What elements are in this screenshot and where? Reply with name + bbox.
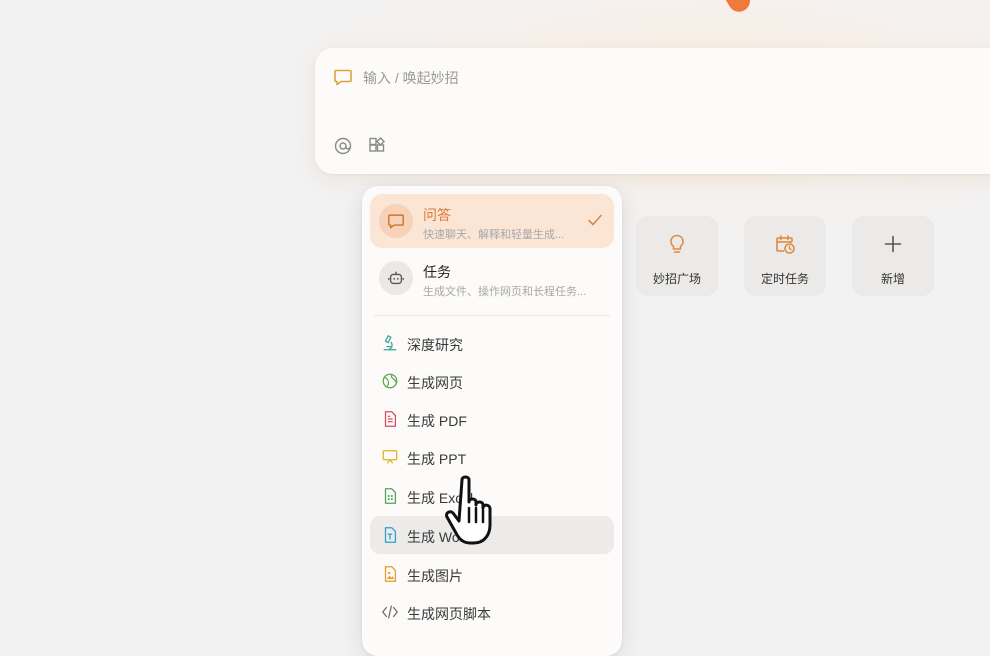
menu-item-deep-research[interactable]: 深度研究 (370, 324, 614, 362)
mode-description: 生成文件、操作网页和长程任务... (423, 286, 587, 298)
word-doc-icon (380, 525, 400, 545)
menu-item-label: 生成 PPT (407, 451, 467, 467)
image-file-icon (380, 564, 400, 584)
menu-item-generate-word[interactable]: 生成 Word (370, 516, 614, 554)
menu-item-label: 生成图片 (407, 568, 463, 584)
code-icon (380, 602, 400, 622)
presentation-icon (380, 447, 400, 467)
mode-dropdown-menu: 问答 快速聊天、解释和轻量生成... 任务 生成文件、操作网页和长程任务... … (362, 186, 622, 656)
quick-action-label: 定时任务 (760, 272, 809, 286)
globe-icon (380, 371, 400, 391)
menu-item-generate-ppt[interactable]: 生成 PPT (370, 438, 614, 476)
mode-title: 问答 (423, 207, 451, 223)
mode-title: 任务 (423, 264, 451, 280)
quick-action-label: 新增 (880, 272, 905, 286)
menu-item-label: 生成网页 (407, 375, 463, 391)
menu-item-label: 生成网页脚本 (407, 606, 491, 622)
chat-bubble-icon (379, 204, 413, 238)
spreadsheet-icon (380, 486, 400, 506)
calendar-clock-icon (773, 232, 797, 256)
menu-item-label: 深度研究 (407, 337, 463, 353)
menu-divider (374, 315, 610, 316)
apps-icon[interactable] (366, 135, 388, 157)
microscope-icon (380, 333, 400, 353)
mode-task[interactable]: 任务 生成文件、操作网页和长程任务... (370, 251, 614, 305)
menu-item-label: 生成 Word (407, 529, 473, 545)
chat-bubble-icon (333, 67, 353, 87)
lightbulb-icon (665, 232, 689, 256)
plus-icon (881, 232, 905, 256)
check-icon (586, 211, 604, 234)
menu-item-label: 生成 Excel (407, 490, 474, 506)
prompt-input[interactable] (361, 66, 965, 90)
at-icon[interactable] (332, 135, 354, 157)
menu-item-generate-webpage-script[interactable]: 生成网页脚本 (370, 593, 614, 631)
menu-item-generate-image[interactable]: 生成图片 (370, 555, 614, 593)
mode-description: 快速聊天、解释和轻量生成... (423, 229, 565, 241)
menu-item-generate-webpage[interactable]: 生成网页 (370, 362, 614, 400)
decorative-shape (721, 0, 755, 16)
mode-qa[interactable]: 问答 快速聊天、解释和轻量生成... (370, 194, 614, 248)
quick-action-add[interactable]: 新增 (852, 216, 934, 296)
pdf-file-icon (380, 409, 400, 429)
quick-action-label: 妙招广场 (652, 272, 701, 286)
quick-action-scheduled-task[interactable]: 定时任务 (744, 216, 826, 296)
menu-item-generate-pdf[interactable]: 生成 PDF (370, 400, 614, 438)
prompt-input-card (315, 48, 990, 174)
menu-item-generate-excel[interactable]: 生成 Excel (370, 477, 614, 515)
menu-item-label: 生成 PDF (407, 413, 467, 429)
robot-icon (379, 261, 413, 295)
quick-action-tips-plaza[interactable]: 妙招广场 (636, 216, 718, 296)
